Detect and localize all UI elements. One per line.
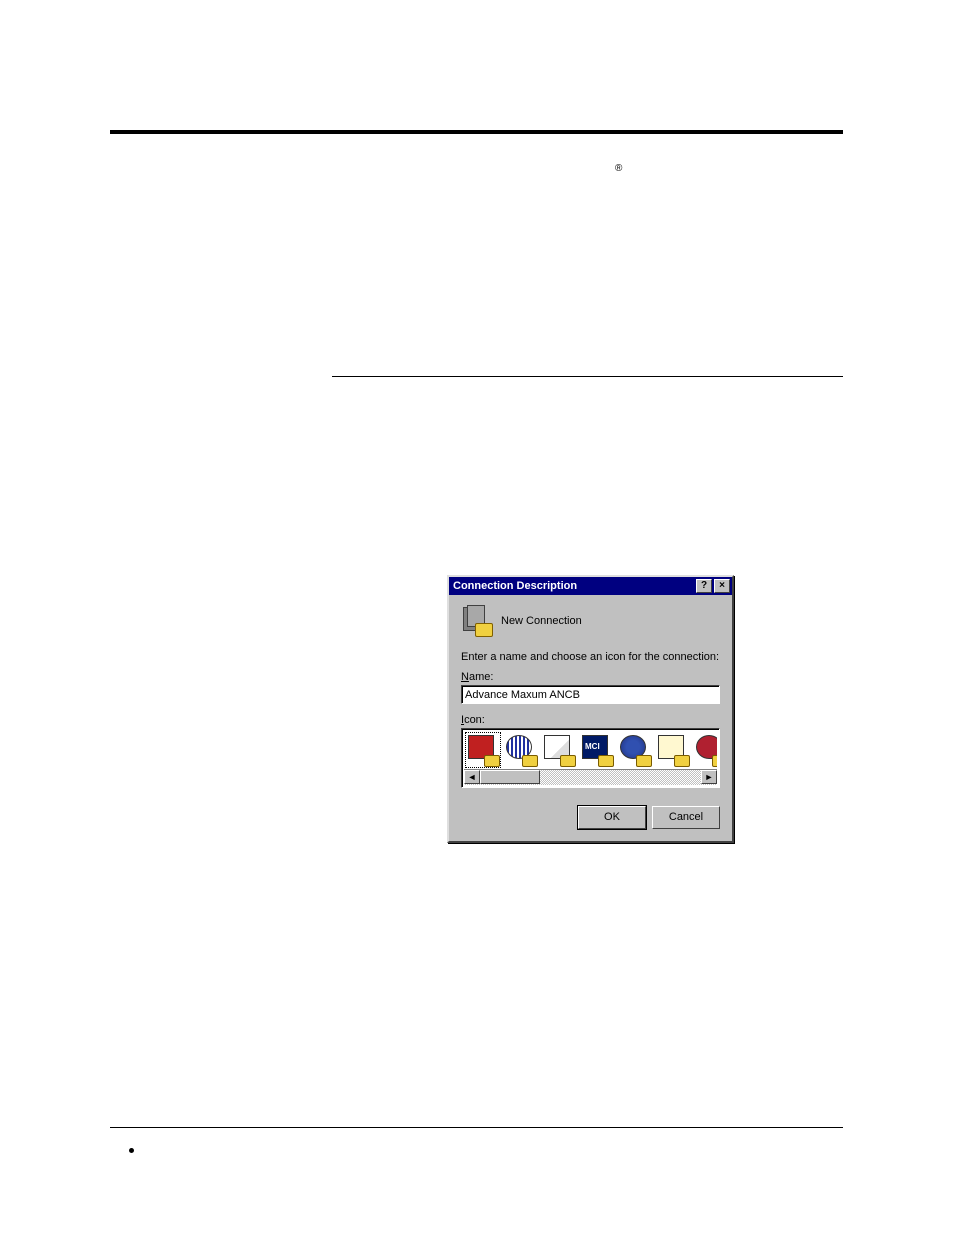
icon-list[interactable] [464,731,717,769]
instruction-text: Enter a name and choose an icon for the … [461,651,720,663]
icon-scrollbar[interactable]: ◄ ► [464,769,717,785]
scroll-right-button[interactable]: ► [701,770,717,784]
connection-name-input[interactable] [461,685,720,704]
new-connection-label: New Connection [501,615,582,627]
footer-bullet-icon [129,1148,134,1153]
icon-option-2[interactable] [504,733,538,767]
new-connection-row: New Connection [461,605,720,637]
ok-button[interactable]: OK [578,806,646,829]
dialog-button-row: OK Cancel [449,796,732,841]
document-page: ® [110,130,843,144]
registered-mark: ® [615,163,622,174]
help-button[interactable]: ? [696,579,712,593]
icon-label: Icon: [461,714,720,726]
section-rule [332,376,843,377]
titlebar[interactable]: Connection Description ? × [449,577,732,595]
dialog-title: Connection Description [453,580,694,592]
name-label: Name: [461,671,720,683]
icon-option-6[interactable] [656,733,690,767]
scroll-thumb[interactable] [480,770,540,784]
icon-option-1[interactable] [466,733,500,767]
cancel-button[interactable]: Cancel [652,806,720,829]
icon-option-4[interactable] [580,733,614,767]
icon-picker: ◄ ► [461,728,720,788]
dialog-body: New Connection Enter a name and choose a… [449,595,732,796]
scroll-left-button[interactable]: ◄ [464,770,480,784]
top-rule [110,130,843,134]
new-connection-icon [461,605,493,637]
icon-option-3[interactable] [542,733,576,767]
connection-description-dialog: Connection Description ? × New Connectio… [447,575,734,843]
icon-option-7[interactable] [694,733,717,767]
close-button[interactable]: × [714,579,730,593]
icon-option-5[interactable] [618,733,652,767]
footer-rule [110,1127,843,1128]
